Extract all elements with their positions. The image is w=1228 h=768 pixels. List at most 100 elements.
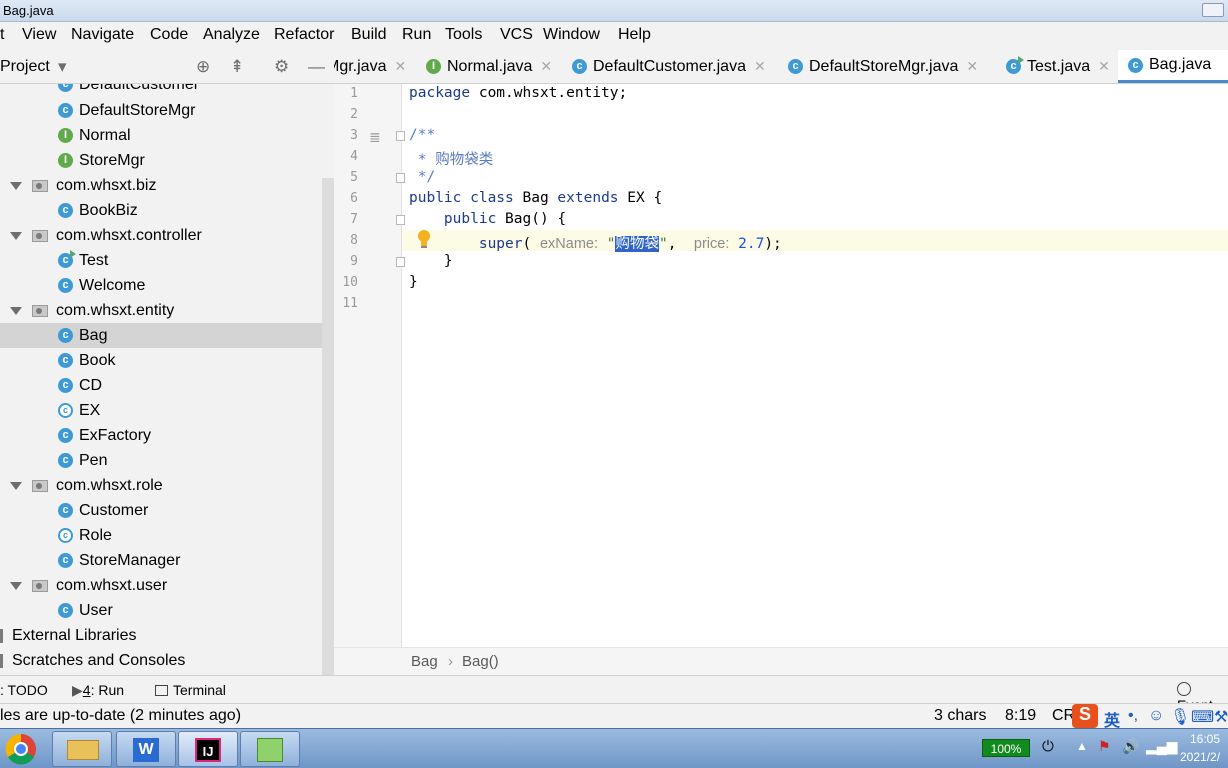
locate-icon[interactable]: ⊕ <box>196 58 210 76</box>
close-icon[interactable]: ✕ <box>394 58 406 75</box>
fold-marker-icon[interactable] <box>396 173 405 183</box>
tree-external-libraries[interactable]: External Libraries <box>0 623 334 648</box>
network-icon[interactable]: ▂▄▆ <box>1146 738 1177 755</box>
ime-keyboard-icon[interactable]: ⌨ <box>1191 707 1214 727</box>
project-view-selector[interactable]: Project <box>0 58 50 76</box>
gear-icon[interactable]: ⚙ <box>274 58 289 76</box>
tree-package-role[interactable]: com.whsxt.role <box>0 473 334 498</box>
fold-marker-icon[interactable] <box>396 131 405 141</box>
wps-button[interactable]: W <box>116 731 176 767</box>
power-plug-icon[interactable]: ⏻ <box>1042 738 1054 755</box>
tree-item-user[interactable]: c User <box>0 598 334 623</box>
menu-file[interactable]: t <box>0 26 4 44</box>
selected-text[interactable]: 购物袋 <box>615 236 659 252</box>
run-tool-button[interactable]: ▶4: Run <box>72 682 124 699</box>
tree-item-bookbiz[interactable]: c BookBiz <box>0 198 334 223</box>
tree-package-biz[interactable]: com.whsxt.biz <box>0 173 334 198</box>
menu-bar: t View Navigate Code Analyze Refactor Bu… <box>0 22 1228 50</box>
clock-date[interactable]: 2021/2/ <box>1180 750 1220 764</box>
fold-marker-icon[interactable] <box>396 215 405 225</box>
ime-punctuation-icon[interactable]: •, <box>1128 707 1138 725</box>
close-icon[interactable]: ✕ <box>1098 58 1110 75</box>
menu-analyze[interactable]: Analyze <box>203 26 260 44</box>
dropdown-icon[interactable]: ▾ <box>58 58 67 76</box>
tree-item-bag[interactable]: c Bag <box>0 323 322 348</box>
close-icon[interactable]: ✕ <box>754 58 766 75</box>
tree-package-user[interactable]: com.whsxt.user <box>0 573 334 598</box>
minimize-window-button[interactable] <box>1202 3 1224 17</box>
terminal-icon <box>155 685 168 696</box>
runnable-class-icon: c <box>58 250 76 268</box>
battery-indicator[interactable]: 100% <box>982 739 1030 757</box>
tab-test-java[interactable]: c Test.java ✕ <box>1006 50 1110 83</box>
menu-vcs[interactable]: VCS <box>500 26 533 44</box>
tree-item-defaultstoremgr[interactable]: c DefaultStoreMgr <box>0 98 334 123</box>
doc-render-icon[interactable]: ≣ <box>369 129 381 146</box>
collapse-icon[interactable]: ⇞ <box>230 58 244 76</box>
tree-item-welcome[interactable]: c Welcome <box>0 273 334 298</box>
tree-item-customer[interactable]: c Customer <box>0 498 334 523</box>
tree-item-ex[interactable]: c EX <box>0 398 334 423</box>
notepad-button[interactable] <box>240 731 300 767</box>
editor-tabs: Mgr.java ✕ I Normal.java ✕ c DefaultCustomer… <box>334 50 1228 83</box>
tree-item-book[interactable]: c Book <box>0 348 334 373</box>
caret-position[interactable]: 8:19 <box>1005 707 1036 725</box>
menu-window[interactable]: Window <box>543 26 600 44</box>
clock-time[interactable]: 16:05 <box>1190 732 1220 746</box>
menu-tools[interactable]: Tools <box>445 26 482 44</box>
tab-defaultcustomer-java[interactable]: c DefaultCustomer.java ✕ <box>572 50 766 83</box>
line-number: 4 <box>350 149 358 164</box>
menu-refactor[interactable]: Refactor <box>274 26 334 44</box>
todo-button[interactable]: : TODO <box>0 682 48 698</box>
fold-marker-icon[interactable] <box>396 257 405 267</box>
tree-item-exfactory[interactable]: c ExFactory <box>0 423 334 448</box>
project-scrollbar[interactable] <box>322 178 334 675</box>
breadcrumb-class[interactable]: Bag <box>411 653 438 670</box>
menu-view[interactable]: View <box>22 26 56 44</box>
tree-item-storemanager[interactable]: c StoreManager <box>0 548 334 573</box>
expand-arrow-icon[interactable] <box>10 581 22 590</box>
terminal-button[interactable]: Terminal <box>155 682 226 698</box>
show-hidden-icons-icon[interactable]: ▲ <box>1076 739 1088 753</box>
close-icon[interactable]: ✕ <box>540 58 552 75</box>
tree-item-storemgr[interactable]: I StoreMgr <box>0 148 334 173</box>
expand-arrow-icon[interactable] <box>10 231 22 240</box>
tree-item-normal[interactable]: I Normal <box>0 123 334 148</box>
status-message[interactable]: les are up-to-date (2 minutes ago) <box>0 707 241 725</box>
file-explorer-button[interactable] <box>52 731 112 767</box>
tree-scratches[interactable]: Scratches and Consoles <box>0 648 334 673</box>
expand-arrow-icon[interactable] <box>10 481 22 490</box>
tree-item-defaultcustomer[interactable]: c DefaultCustomer <box>0 84 334 97</box>
tab-normal-java[interactable]: I Normal.java ✕ <box>426 50 552 83</box>
intellij-button[interactable]: IJ <box>178 731 238 767</box>
menu-help[interactable]: Help <box>618 26 651 44</box>
close-icon[interactable]: ✕ <box>966 58 978 75</box>
tree-item-cd[interactable]: c CD <box>0 373 334 398</box>
ime-voice-icon[interactable]: 🎙 <box>1170 707 1190 727</box>
expand-arrow-icon[interactable] <box>10 181 22 190</box>
code-editor[interactable] <box>402 84 1228 647</box>
menu-code[interactable]: Code <box>150 26 188 44</box>
volume-icon[interactable]: 🔊 <box>1122 738 1139 755</box>
parameter-hint: exName: <box>539 236 598 252</box>
menu-navigate[interactable]: Navigate <box>71 26 134 44</box>
minimize-icon[interactable]: — <box>308 58 325 76</box>
breadcrumb-method[interactable]: Bag() <box>462 653 499 670</box>
tree-item-test[interactable]: c Test <box>0 248 334 273</box>
tab-defaultstoremgr-java[interactable]: c DefaultStoreMgr.java ✕ <box>788 50 978 83</box>
tree-item-pen[interactable]: c Pen <box>0 448 334 473</box>
menu-build[interactable]: Build <box>351 26 387 44</box>
chrome-icon[interactable] <box>4 732 38 766</box>
menu-run[interactable]: Run <box>402 26 431 44</box>
tab-bag-java[interactable]: c Bag.java <box>1118 50 1228 83</box>
action-center-icon[interactable]: ⚑ <box>1098 738 1111 755</box>
ime-tools-icon[interactable]: ⚒ <box>1214 707 1228 727</box>
sogou-ime-icon[interactable]: S <box>1072 704 1098 728</box>
tree-package-entity[interactable]: com.whsxt.entity <box>0 298 334 323</box>
tab-mgr-java[interactable]: Mgr.java ✕ <box>334 50 406 83</box>
expand-arrow-icon[interactable] <box>10 306 22 315</box>
tree-package-controller[interactable]: com.whsxt.controller <box>0 223 334 248</box>
ime-emoji-icon[interactable]: ☺ <box>1148 707 1164 725</box>
tree-item-role[interactable]: c Role <box>0 523 334 548</box>
